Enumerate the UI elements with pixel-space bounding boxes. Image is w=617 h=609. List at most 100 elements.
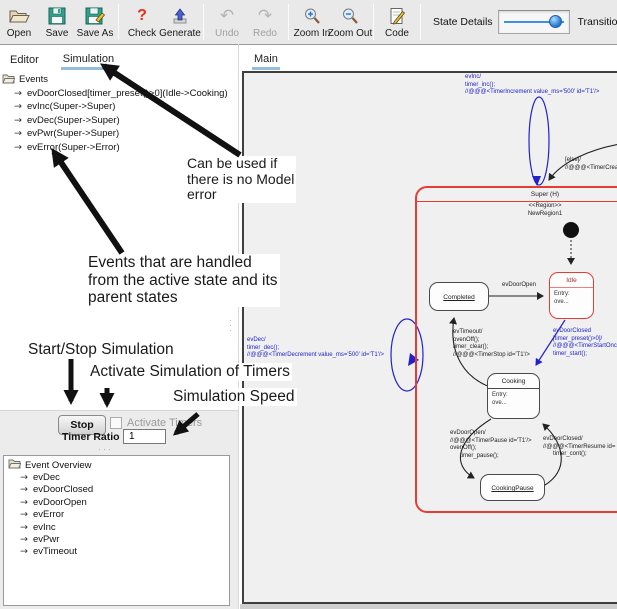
transition-arrow-icon: → xyxy=(14,142,22,153)
annotation-start-stop: Start/Stop Simulation xyxy=(26,341,176,359)
event-item-label: evDec xyxy=(33,472,60,483)
tree-item[interactable]: → evTimeout xyxy=(8,546,229,558)
state-body: Entry: ove... xyxy=(550,288,593,306)
transition-arrow-icon: → xyxy=(14,88,22,99)
state-idle[interactable]: Idle Entry: ove... xyxy=(549,272,594,319)
code-label: Code xyxy=(385,28,409,39)
label-evinc: evInc/ timer_inc(); //@@@<TimerIncrement… xyxy=(465,74,599,97)
save-button[interactable]: Save xyxy=(38,0,76,44)
state-details-group: State Details xyxy=(433,10,570,34)
app-window: Open Save Save As ? Check Generate xyxy=(0,0,617,609)
open-folder-icon xyxy=(8,6,30,27)
open-button[interactable]: Open xyxy=(0,0,38,44)
transition-arrow-icon: → xyxy=(20,497,28,508)
tree-item[interactable]: → evDoorClosed xyxy=(8,484,229,496)
window-edge xyxy=(240,604,617,609)
redo-button[interactable]: ↷ Redo xyxy=(246,0,284,44)
event-item-label: evTimeout xyxy=(33,546,77,557)
toolbar-separator xyxy=(288,4,289,40)
initial-state-marker[interactable] xyxy=(563,222,579,238)
tab-simulation[interactable]: Simulation xyxy=(61,51,116,70)
magnifier-plus-icon xyxy=(303,6,321,27)
tree-item[interactable]: → evInc(Super->Super) xyxy=(2,100,228,114)
label-evdooropen-pause: evDoorOpen/ //@@@<TimerPause id='T1'/> o… xyxy=(450,430,532,460)
undo-button[interactable]: ↶ Undo xyxy=(208,0,246,44)
event-item-label: evDec(Super->Super) xyxy=(27,115,120,126)
label-else: [else]/ //@@@<TimerCrea xyxy=(565,157,617,172)
state-cooking[interactable]: Cooking Entry: ove... xyxy=(487,373,540,419)
timer-ratio-input[interactable] xyxy=(123,429,166,444)
event-item-label: evDoorClosed xyxy=(33,484,93,495)
undo-label: Undo xyxy=(215,28,239,39)
event-overview-panel: Event Overview →evDec →evDoorClosed →evD… xyxy=(3,455,230,606)
open-folder-icon xyxy=(8,458,21,472)
state-details-label: State Details xyxy=(433,16,493,28)
tree-item[interactable]: →evError xyxy=(8,509,229,521)
main-tab-bar: Main xyxy=(240,46,617,70)
event-item-label: evError xyxy=(33,509,64,520)
generate-label: Generate xyxy=(159,28,201,39)
toolbar: Open Save Save As ? Check Generate xyxy=(0,0,617,45)
activate-timers-checkbox[interactable] xyxy=(110,417,122,429)
tree-item[interactable]: →evInc xyxy=(8,521,229,533)
tree-item[interactable]: → evDoorClosed[timer_preset()>0](Idle->Co… xyxy=(2,87,228,101)
state-details-slider[interactable] xyxy=(498,10,570,34)
redo-arrow-icon: ↷ xyxy=(258,6,272,27)
tree-root-events[interactable]: Events xyxy=(2,73,228,87)
tab-editor[interactable]: Editor xyxy=(8,52,41,70)
events-tree: Events → evDoorClosed[timer_preset()>0](I… xyxy=(2,73,228,154)
event-item-label: evPwr xyxy=(33,534,59,545)
check-label: Check xyxy=(128,28,156,39)
toolbar-separator xyxy=(373,4,374,40)
slider-thumb[interactable] xyxy=(549,15,562,28)
save-as-button[interactable]: Save As xyxy=(76,0,114,44)
event-item-label: evInc(Super->Super) xyxy=(27,101,115,112)
generate-button[interactable]: Generate xyxy=(161,0,199,44)
tree-item[interactable]: →evPwr(Super->Super) xyxy=(2,127,228,141)
transition-arrow-icon: → xyxy=(14,101,22,112)
annotation-model-error: Can be used if there is no Model error xyxy=(185,156,296,203)
transition-arrow-icon: → xyxy=(20,546,28,557)
timer-ratio-label: Timer Ratio 1: xyxy=(62,431,132,443)
annotation-activate-timers: Activate Simulation of Timers xyxy=(88,363,292,381)
toolbar-separator xyxy=(420,4,421,40)
tab-main[interactable]: Main xyxy=(252,51,280,70)
tree-item[interactable]: → evDec(Super->Super) xyxy=(2,114,228,128)
state-cookingpause[interactable]: CookingPause xyxy=(480,474,545,501)
transition-arrow-icon: → xyxy=(14,115,22,126)
tree-item[interactable]: → evError(Super->Error) xyxy=(2,141,228,155)
save-label: Save xyxy=(46,28,69,39)
transition-arrow-icon: → xyxy=(20,484,28,495)
state-completed[interactable]: Completed xyxy=(429,282,489,311)
check-button[interactable]: ? Check xyxy=(123,0,161,44)
tree-item[interactable]: →evDec xyxy=(8,471,229,483)
tree-item[interactable]: → evPwr xyxy=(8,533,229,545)
state-body: Entry: ove... xyxy=(488,389,539,407)
state-title: Cooking xyxy=(488,374,539,389)
transition-arrow-icon: → xyxy=(20,534,28,545)
magnifier-minus-icon xyxy=(341,6,359,27)
event-item-label: evError(Super->Error) xyxy=(27,142,120,153)
open-folder-icon xyxy=(2,73,15,87)
code-button[interactable]: Code xyxy=(378,0,416,44)
label-evdoorclosed-resume: evDoorClosed/ //@@@<TimerResume id= time… xyxy=(543,436,615,459)
statechart-canvas[interactable]: Super (H) <<Region>> NewRegion1 Complete… xyxy=(242,71,617,604)
zoom-in-button[interactable]: Zoom In xyxy=(293,0,331,44)
tree-root-overview[interactable]: Event Overview xyxy=(8,459,229,471)
state-title: Idle xyxy=(550,273,593,288)
label-evdooropen: evDoorOpen xyxy=(502,282,536,290)
event-item-label: evDoorClosed[timer_preset()>0](Idle->Coo… xyxy=(27,88,228,99)
zoom-out-button[interactable]: Zoom Out xyxy=(331,0,369,44)
tree-item[interactable]: →evDoorOpen xyxy=(8,496,229,508)
redo-label: Redo xyxy=(253,28,277,39)
tree-root-label: Events xyxy=(19,74,48,85)
sash-handle[interactable]: ··· xyxy=(229,318,232,333)
state-super-title: Super (H) xyxy=(417,188,617,202)
event-item-label: evPwr(Super->Super) xyxy=(27,128,119,139)
state-title: Completed xyxy=(443,294,474,301)
panel-divider[interactable] xyxy=(238,44,239,609)
floppy-disk-edit-icon xyxy=(85,6,105,27)
splitter-handle[interactable]: ··· xyxy=(98,444,113,454)
transition-evinc-selfloop[interactable] xyxy=(529,97,549,186)
left-tab-bar: Editor Simulation xyxy=(0,46,246,70)
